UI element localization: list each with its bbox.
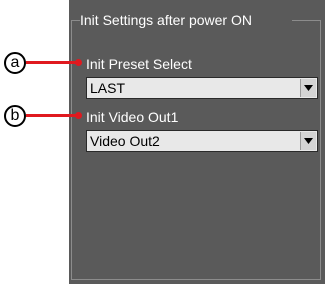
group-border-left-segment: [71, 20, 80, 21]
callout-b: b: [4, 105, 26, 127]
dropdown-arrow-button[interactable]: [300, 79, 316, 97]
settings-screenshot: Init Settings after power ON a Init Pres…: [0, 0, 325, 284]
init-video-out1-label: Init Video Out1: [86, 109, 179, 125]
group-title: Init Settings after power ON: [80, 12, 252, 28]
chevron-down-icon: [304, 138, 313, 144]
init-video-out1-value: Video Out2: [90, 133, 160, 149]
callout-a-dot: [75, 59, 82, 66]
init-preset-select-value: LAST: [90, 80, 126, 96]
group-border-right-segment: [292, 20, 321, 21]
callout-a: a: [4, 52, 26, 74]
dropdown-arrow-button[interactable]: [300, 132, 316, 150]
init-video-out1-dropdown[interactable]: Video Out2: [86, 130, 318, 152]
callout-b-line: [26, 114, 78, 117]
callout-a-line: [26, 61, 78, 64]
chevron-down-icon: [304, 85, 313, 91]
callout-b-dot: [75, 112, 82, 119]
init-preset-select-label: Init Preset Select: [86, 56, 192, 72]
init-preset-select-dropdown[interactable]: LAST: [86, 77, 318, 99]
